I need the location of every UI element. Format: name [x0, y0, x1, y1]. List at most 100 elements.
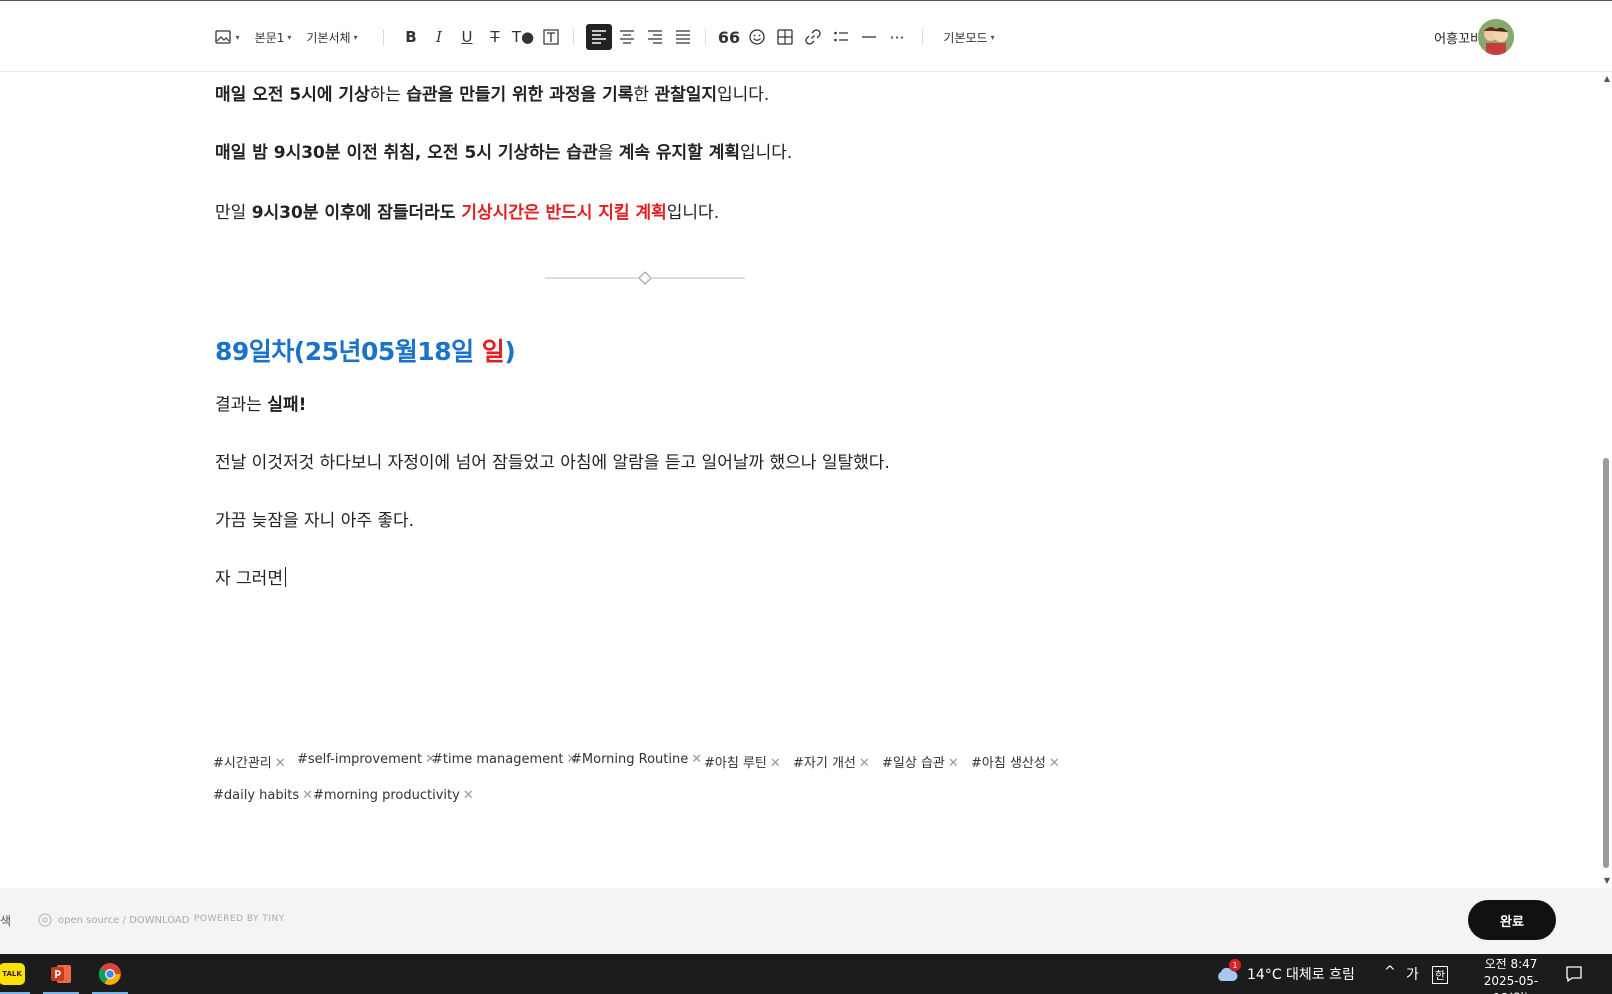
text-bold: 9시30분 이후에 잠들더라도: [251, 203, 462, 223]
italic-button[interactable]: I: [426, 24, 452, 50]
paragraph-style-label: 본문1: [254, 30, 285, 45]
taskbar-app-chrome[interactable]: [88, 954, 132, 994]
toolbar-divider: [922, 29, 923, 45]
align-left-icon: [592, 30, 606, 44]
image-icon: [215, 30, 232, 44]
tag-item[interactable]: #자기 개선 ✕: [793, 752, 870, 771]
editor-toolbar: ▾ 본문1 ▾ 기본서체 ▾ B I U T T● 66 ··· 기본모드 ▾ …: [0, 0, 1612, 72]
italic-icon: I: [436, 28, 442, 46]
tag-item[interactable]: #아침 루틴 ✕: [704, 752, 781, 771]
tag-label: #일상 습관: [882, 756, 945, 771]
close-icon[interactable]: ✕: [691, 752, 702, 767]
editor-footer: 색 open source / DOWNLOAD POWERED BY TINY…: [0, 888, 1612, 954]
text-background-button[interactable]: [538, 24, 564, 50]
text-bold: 실패!: [267, 395, 307, 415]
close-icon[interactable]: ✕: [275, 756, 286, 771]
day-title-text: 89일차(25년05월18일: [215, 337, 482, 366]
close-icon[interactable]: ✕: [859, 756, 870, 771]
taskbar-clock[interactable]: 오전 8:47 2025-05-18(일): [1466, 956, 1556, 994]
bold-button[interactable]: B: [398, 24, 424, 50]
strikethrough-button[interactable]: T: [482, 24, 508, 50]
tag-label: #시간관리: [213, 756, 272, 771]
weather-badge: 1: [1229, 959, 1241, 971]
scroll-up-icon[interactable]: ▲: [1604, 74, 1610, 83]
day-title-close: ): [504, 337, 516, 366]
tag-item[interactable]: #morning productivity ✕: [313, 788, 474, 803]
text-color-icon: T●: [511, 28, 535, 46]
mode-select[interactable]: 기본모드 ▾: [940, 24, 998, 50]
image-insert-button[interactable]: ▾: [212, 24, 242, 50]
powerpoint-icon: [51, 965, 71, 983]
horizontal-rule-button[interactable]: [856, 24, 882, 50]
underline-icon: U: [461, 28, 473, 46]
paragraph-style-select[interactable]: 본문1 ▾: [252, 24, 294, 50]
align-left-button[interactable]: [586, 24, 612, 50]
weather-widget[interactable]: 1 14°C 대체로 흐림: [1215, 959, 1355, 984]
close-icon[interactable]: ✕: [302, 788, 313, 803]
body-line-1: 전날 이것저것 하다보니 자정이에 넘어 잠들었고 아침에 알람을 듣고 일어날…: [215, 453, 890, 473]
close-icon[interactable]: ✕: [1049, 756, 1060, 771]
mode-label: 기본모드: [943, 30, 988, 45]
horizontal-rule-icon: [862, 36, 876, 38]
close-icon[interactable]: ✕: [463, 788, 474, 803]
ime-mode-indicator[interactable]: 가: [1406, 964, 1419, 984]
quote-icon: 66: [717, 27, 741, 47]
text: 결과는: [215, 395, 268, 415]
avatar[interactable]: [1478, 19, 1514, 55]
scrollbar-thumb[interactable]: [1603, 458, 1609, 868]
notification-icon[interactable]: [1564, 964, 1584, 988]
tag-label: #daily habits: [213, 788, 300, 803]
user-name[interactable]: 어흥꼬비: [1434, 28, 1482, 47]
align-right-button[interactable]: [642, 24, 668, 50]
quote-button[interactable]: 66: [716, 24, 742, 50]
text: 하는: [369, 85, 407, 105]
hangul-ime-icon[interactable]: 한: [1432, 966, 1449, 984]
link-button[interactable]: [800, 24, 826, 50]
paragraph-2: 매일 밤 9시30분 이전 취침, 오전 5시 기상하는 습관을 계속 유지할 …: [215, 138, 792, 163]
taskbar-app-powerpoint[interactable]: [39, 954, 83, 994]
tag-label: #morning productivity: [313, 788, 460, 803]
tag-item[interactable]: #아침 생산성 ✕: [971, 752, 1060, 771]
scroll-down-icon[interactable]: ▼: [1604, 876, 1610, 885]
align-center-button[interactable]: [614, 24, 640, 50]
text-bold: 매일 오전 5시에 기상: [215, 85, 370, 105]
tag-item[interactable]: #daily habits ✕: [213, 788, 313, 803]
body-line-2: 가끔 늦잠을 자니 아주 좋다.: [215, 511, 415, 531]
tag-item[interactable]: #time management ✕: [432, 752, 577, 767]
underline-button[interactable]: U: [454, 24, 480, 50]
text: 입니다.: [666, 203, 720, 223]
tag-item[interactable]: #일상 습관 ✕: [882, 752, 959, 771]
bullet-list-button[interactable]: [828, 24, 854, 50]
text: 만일: [215, 203, 252, 223]
font-label: 기본서체: [306, 30, 351, 45]
text-bold: 매일 밤 9시30분 이전 취침, 오전 5시 기상하는 습관: [215, 143, 598, 163]
align-justify-icon: [676, 30, 690, 44]
more-button[interactable]: ···: [884, 24, 910, 50]
font-select[interactable]: 기본서체 ▾: [302, 24, 362, 50]
done-button[interactable]: 완료: [1468, 900, 1556, 940]
chevron-down-icon: ▾: [235, 32, 240, 42]
text-bold: 습관을 만들기 위한 과정을 기록: [406, 85, 634, 105]
bullet-list-icon: [834, 31, 848, 42]
tag-item[interactable]: #self-improvement ✕: [297, 752, 436, 767]
tag-label: #아침 생산성: [971, 756, 1046, 771]
clock-time: 오전 8:47: [1484, 957, 1538, 971]
taskbar-app-kakaotalk[interactable]: TALK: [0, 954, 34, 994]
weather-text: 14°C 대체로 흐림: [1247, 967, 1355, 983]
open-source-link[interactable]: open source / DOWNLOAD: [38, 913, 189, 927]
kakaotalk-icon-label: TALK: [2, 970, 22, 978]
footer-edge-text: 색: [0, 914, 12, 928]
emoji-button[interactable]: [744, 24, 770, 50]
close-icon[interactable]: ✕: [770, 756, 781, 771]
align-justify-button[interactable]: [670, 24, 696, 50]
chrome-icon: [98, 963, 121, 985]
table-button[interactable]: [772, 24, 798, 50]
tag-label: #time management: [432, 752, 564, 767]
chevron-up-icon[interactable]: ^: [1384, 964, 1396, 980]
tag-item[interactable]: #시간관리 ✕: [213, 752, 286, 771]
tag-item[interactable]: #Morning Routine ✕: [571, 752, 702, 767]
close-icon[interactable]: ✕: [948, 756, 959, 771]
align-right-icon: [648, 30, 662, 44]
align-center-icon: [620, 30, 634, 44]
text-color-button[interactable]: T●: [510, 24, 536, 50]
